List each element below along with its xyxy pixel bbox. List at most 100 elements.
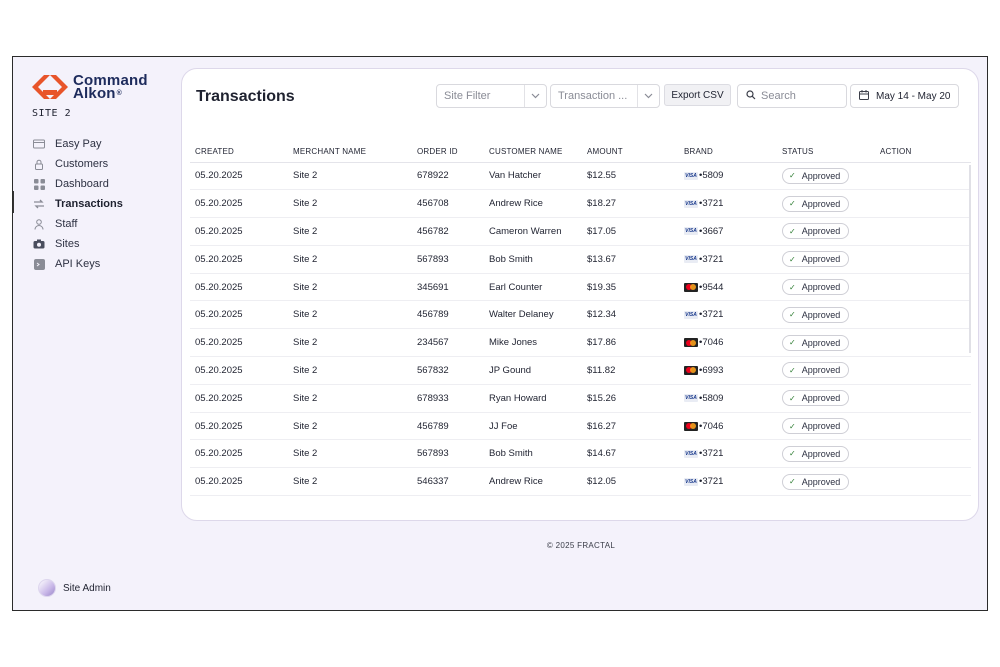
- table-row[interactable]: 05.20.2025 Site 2 456708 Andrew Rice $18.27 V…: [190, 189, 971, 219]
- status-badge: ✓ Approved: [782, 362, 850, 379]
- card-brand: •7046: [684, 337, 777, 348]
- card-brand: VISA •3721: [684, 309, 777, 320]
- status-badge: ✓ Approved: [782, 306, 850, 323]
- date-range-picker[interactable]: May 14 - May 20: [850, 84, 959, 108]
- table-row[interactable]: 05.20.2025 Site 2 345691 Earl Counter $19.35…: [190, 273, 971, 302]
- cell-amount: $19.35: [582, 273, 679, 302]
- cell-merchant-name: Site 2: [288, 273, 412, 302]
- sidebar-item-easy-pay[interactable]: Easy Pay: [33, 134, 123, 154]
- sidebar-item-customers[interactable]: Customers: [33, 154, 123, 174]
- table-row[interactable]: 05.20.2025 Site 2 678922 Van Hatcher $12.55 V…: [190, 162, 971, 191]
- transaction-filter-placeholder: Transaction ...: [558, 90, 628, 102]
- transactions-table: CREATED MERCHANT NAME ORDER ID CUSTOMER …: [190, 142, 971, 497]
- sidebar-item-staff[interactable]: Staff: [33, 214, 123, 234]
- cell-order-id: 678922: [412, 162, 484, 191]
- cell-merchant-name: Site 2: [288, 384, 412, 413]
- search-input[interactable]: Search: [737, 84, 847, 108]
- table-row[interactable]: 05.20.2025 Site 2 546337 Andrew Rice $12.05 V…: [190, 467, 971, 497]
- visa-icon: VISA: [684, 310, 698, 319]
- command-alkon-logo[interactable]: Command Alkon ®: [31, 73, 148, 101]
- status-badge: ✓ Approved: [782, 251, 850, 268]
- status-label: Approved: [801, 226, 841, 237]
- card-last4: •3721: [699, 198, 724, 210]
- avatar: [38, 579, 56, 597]
- column-header-order-id[interactable]: ORDER ID: [412, 142, 484, 163]
- column-header-customer-name[interactable]: CUSTOMER NAME: [484, 142, 582, 163]
- column-header-status[interactable]: STATUS: [777, 142, 875, 163]
- table-row[interactable]: 05.20.2025 Site 2 456789 JJ Foe $16.27 •7046 ✓…: [190, 412, 971, 441]
- cell-order-id: 546337: [412, 467, 484, 497]
- sidebar-item-sites[interactable]: Sites: [33, 234, 123, 254]
- cell-action: [875, 412, 971, 441]
- status-badge: ✓ Approved: [782, 334, 850, 351]
- terminal-icon: [33, 258, 45, 270]
- export-csv-button[interactable]: Export CSV: [664, 84, 731, 106]
- cell-customer-name: JJ Foe: [484, 412, 582, 441]
- card-brand: VISA •3667: [684, 226, 777, 237]
- cell-brand: VISA •3721: [679, 467, 777, 497]
- sidebar-item-api-keys[interactable]: API Keys: [33, 254, 123, 274]
- cell-customer-name: Mike Jones: [484, 328, 582, 358]
- cell-customer-name: Walter Delaney: [484, 300, 582, 330]
- cell-action: [875, 439, 971, 469]
- cell-order-id: 567893: [412, 439, 484, 469]
- column-header-action: ACTION: [875, 142, 971, 163]
- cell-action: [875, 356, 971, 385]
- cell-action: [875, 189, 971, 219]
- active-nav-indicator: [13, 191, 14, 213]
- table-row[interactable]: 05.20.2025 Site 2 234567 Mike Jones $17.86 •7…: [190, 328, 971, 358]
- table-row[interactable]: 05.20.2025 Site 2 456782 Cameron Warren $17.…: [190, 217, 971, 246]
- transaction-filter-select[interactable]: Transaction ...: [550, 84, 660, 108]
- sidebar-item-label: Easy Pay: [55, 138, 102, 150]
- cell-merchant-name: Site 2: [288, 245, 412, 274]
- cell-status: ✓ Approved: [777, 467, 875, 497]
- cell-customer-name: Andrew Rice: [484, 189, 582, 219]
- card-last4: •5809: [699, 392, 724, 404]
- column-header-amount[interactable]: AMOUNT: [582, 142, 679, 163]
- column-header-merchant-name[interactable]: MERCHANT NAME: [288, 142, 412, 163]
- user-profile[interactable]: Site Admin: [38, 579, 111, 597]
- table-row[interactable]: 05.20.2025 Site 2 567832 JP Gound $11.82 •699…: [190, 356, 971, 385]
- table-row[interactable]: 05.20.2025 Site 2 456789 Walter Delaney $12.…: [190, 300, 971, 330]
- status-label: Approved: [801, 282, 841, 293]
- checkmark-icon: ✓: [789, 477, 796, 487]
- site-filter-select[interactable]: Site Filter: [436, 84, 547, 108]
- column-header-created[interactable]: CREATED: [190, 142, 288, 163]
- cell-brand: VISA •3721: [679, 300, 777, 330]
- table-row[interactable]: 05.20.2025 Site 2 678933 Ryan Howard $15.26 V…: [190, 384, 971, 413]
- cell-order-id: 456782: [412, 217, 484, 246]
- status-badge: ✓ Approved: [782, 390, 850, 407]
- cell-customer-name: Earl Counter: [484, 273, 582, 302]
- cell-created: 05.20.2025: [190, 162, 288, 191]
- cell-brand: •7046: [679, 412, 777, 441]
- cell-created: 05.20.2025: [190, 356, 288, 385]
- cell-created: 05.20.2025: [190, 467, 288, 497]
- table-scrollbar[interactable]: [969, 165, 971, 353]
- status-badge: ✓ Approved: [782, 195, 850, 212]
- cell-amount: $16.27: [582, 412, 679, 441]
- table-row[interactable]: 05.20.2025 Site 2 567893 Bob Smith $13.67 VIS…: [190, 245, 971, 274]
- status-label: Approved: [801, 198, 841, 209]
- logo-registered-mark: ®: [116, 90, 123, 97]
- checkmark-icon: ✓: [789, 393, 796, 403]
- card-brand: VISA •3721: [684, 198, 777, 209]
- status-badge: ✓ Approved: [782, 473, 850, 490]
- sidebar-item-dashboard[interactable]: Dashboard: [33, 174, 123, 194]
- card-brand: VISA •5809: [684, 393, 777, 404]
- cell-created: 05.20.2025: [190, 300, 288, 330]
- checkmark-icon: ✓: [789, 365, 796, 375]
- card-last4: •3721: [699, 253, 724, 265]
- cell-status: ✓ Approved: [777, 162, 875, 191]
- card-last4: •3721: [699, 309, 724, 321]
- status-label: Approved: [801, 170, 841, 181]
- sidebar: Command Alkon ® SITE 2 Easy Pay Customers…: [13, 57, 181, 610]
- cell-status: ✓ Approved: [777, 245, 875, 274]
- cell-brand: VISA •5809: [679, 384, 777, 413]
- cell-created: 05.20.2025: [190, 384, 288, 413]
- sidebar-item-transactions[interactable]: Transactions: [33, 194, 123, 214]
- table-row[interactable]: 05.20.2025 Site 2 567893 Bob Smith $14.67 VIS…: [190, 439, 971, 469]
- sidebar-item-label: Sites: [55, 238, 80, 250]
- cell-brand: VISA •3721: [679, 245, 777, 274]
- calendar-icon: [859, 89, 869, 103]
- column-header-brand[interactable]: BRAND: [679, 142, 777, 163]
